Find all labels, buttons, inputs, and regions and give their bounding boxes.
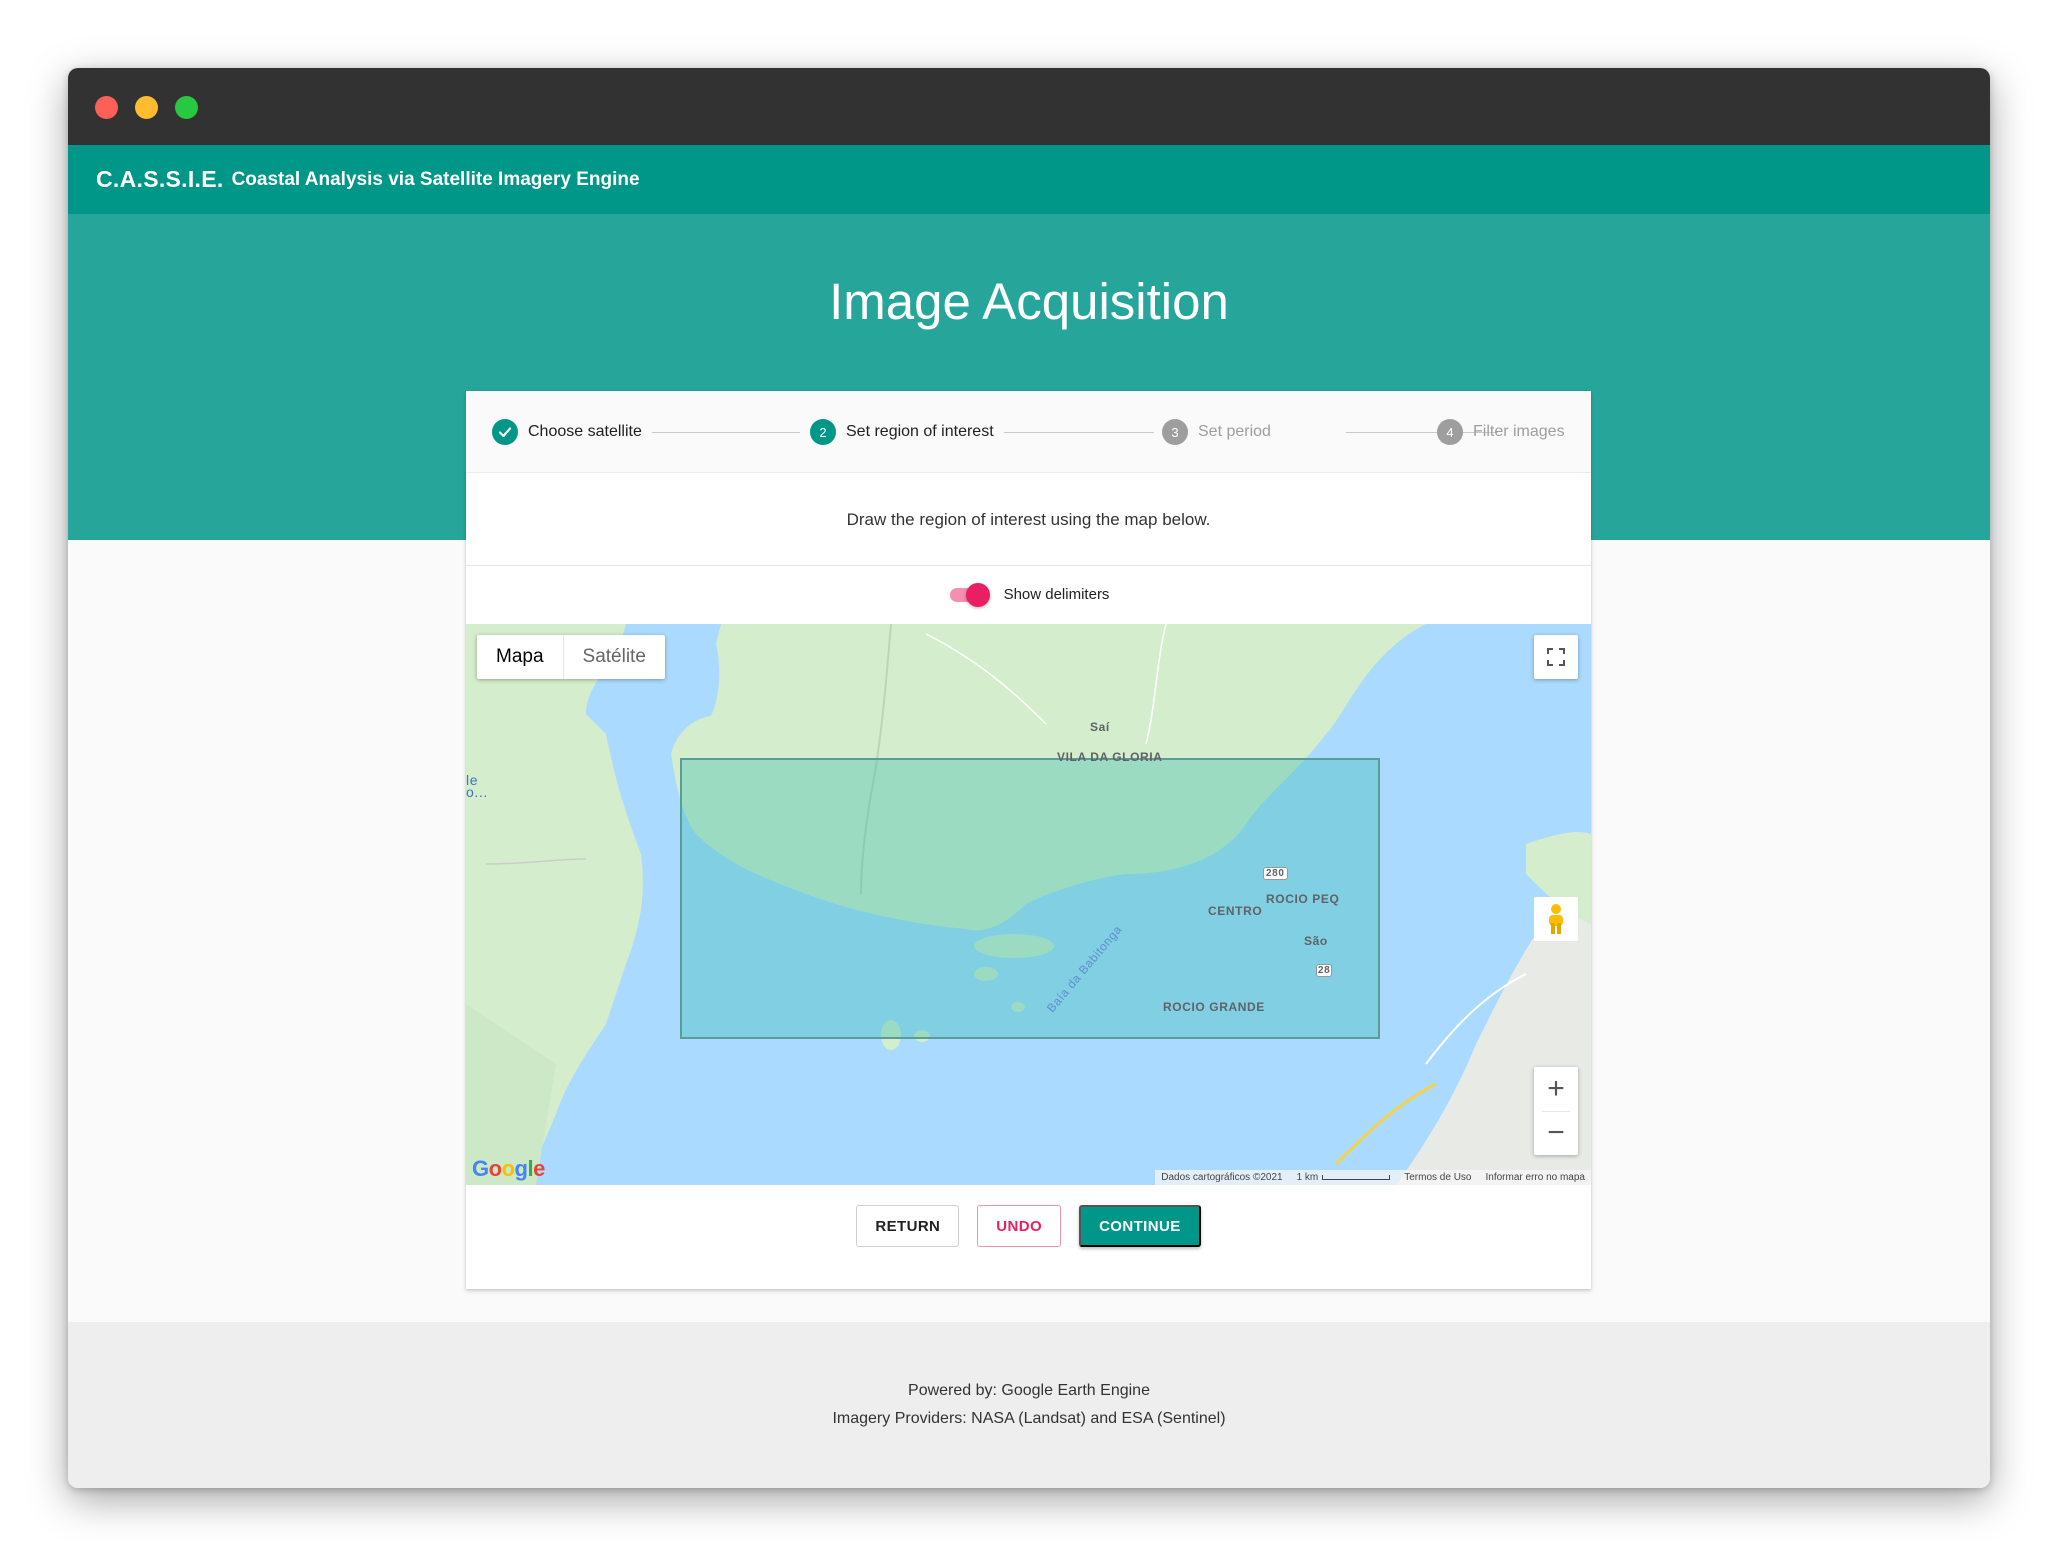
step-number: 2 — [810, 419, 836, 445]
toggle-label: Show delimiters — [1003, 585, 1110, 603]
fullscreen-button[interactable] — [1534, 635, 1578, 679]
app-toolbar: C.A.S.S.I.E. Coastal Analysis via Satell… — [68, 145, 1990, 214]
fullscreen-icon — [1547, 648, 1565, 666]
map-attribution: Dados cartográficos ©2021 1 km Termos de… — [1155, 1170, 1591, 1185]
acquisition-card: Choose satellite 2 Set region of interes… — [466, 391, 1591, 1289]
page-title: Image Acquisition — [829, 273, 1229, 330]
maximize-window-button[interactable] — [175, 96, 198, 119]
map-label-rocio-peq: ROCIO PEQ — [1266, 892, 1340, 906]
show-delimiters-toggle[interactable] — [948, 582, 990, 607]
map-scale-label: 1 km — [1296, 1172, 1319, 1183]
step-filter-images[interactable]: 4 Filter images — [1437, 419, 1565, 445]
step-choose-satellite[interactable]: Choose satellite — [492, 419, 642, 445]
browser-window: C.A.S.S.I.E. Coastal Analysis via Satell… — [68, 68, 1990, 1488]
map-label-centro: CENTRO — [1208, 904, 1263, 918]
check-icon — [492, 419, 518, 445]
zoom-separator — [1542, 1111, 1570, 1112]
step-connector — [1004, 432, 1154, 433]
map-label-left-o: o... — [466, 784, 488, 800]
terms-link[interactable]: Termos de Uso — [1404, 1172, 1471, 1183]
step-connector — [652, 432, 800, 433]
road-shield-28: 28 — [1316, 964, 1333, 977]
step-number: 4 — [1437, 419, 1463, 445]
step-label: Choose satellite — [528, 423, 642, 440]
page-footer: Powered by: Google Earth Engine Imagery … — [68, 1322, 1990, 1488]
toggle-thumb — [965, 583, 990, 607]
undo-button[interactable]: UNDO — [977, 1205, 1062, 1247]
minimize-window-button[interactable] — [135, 96, 158, 119]
street-view-pegman[interactable] — [1534, 897, 1578, 941]
map-label-rocio-grande: ROCIO GRANDE — [1163, 1000, 1265, 1014]
continue-button[interactable]: CONTINUE — [1079, 1205, 1201, 1247]
zoom-control: + − — [1534, 1067, 1578, 1155]
scale-bar — [1322, 1174, 1391, 1180]
window-titlebar — [68, 68, 1990, 145]
step-set-period[interactable]: 3 Set period — [1162, 419, 1271, 445]
zoom-in-button[interactable]: + — [1534, 1067, 1578, 1111]
close-window-button[interactable] — [95, 96, 118, 119]
step-label: Filter images — [1473, 423, 1565, 440]
step-label: Set region of interest — [846, 423, 994, 440]
stepper: Choose satellite 2 Set region of interes… — [466, 391, 1591, 473]
step-set-region[interactable]: 2 Set region of interest — [810, 419, 994, 445]
instruction-text: Draw the region of interest using the ma… — [466, 472, 1591, 566]
report-error-link[interactable]: Informar erro no mapa — [1486, 1172, 1586, 1183]
map-label-sao: São — [1304, 934, 1328, 948]
footer-powered-by: Powered by: Google Earth Engine — [908, 1382, 1150, 1399]
app-brand[interactable]: C.A.S.S.I.E. — [96, 166, 224, 193]
map-label-vila-da-gloria: VILA DA GLORIA — [1057, 750, 1163, 764]
action-buttons: RETURN UNDO CONTINUE — [466, 1185, 1591, 1289]
app-subtitle: Coastal Analysis via Satellite Imagery E… — [231, 168, 640, 190]
footer-providers: Imagery Providers: NASA (Landsat) and ES… — [832, 1410, 1226, 1427]
step-number: 3 — [1162, 419, 1188, 445]
map-data-credit: Dados cartográficos ©2021 — [1161, 1172, 1283, 1183]
map-type-mapa[interactable]: Mapa — [477, 635, 563, 679]
map-canvas[interactable]: Saí VILA DA GLORIA CENTRO ROCIO PEQ São … — [466, 624, 1591, 1185]
google-logo[interactable]: Google — [472, 1156, 545, 1182]
map-type-control: Mapa Satélite — [477, 635, 665, 679]
return-button[interactable]: RETURN — [856, 1205, 960, 1247]
pegman-icon — [1549, 904, 1563, 934]
map-type-satelite[interactable]: Satélite — [562, 635, 665, 679]
delimiters-toggle-row: Show delimiters — [466, 565, 1591, 623]
zoom-out-button[interactable]: − — [1534, 1111, 1578, 1155]
step-label: Set period — [1198, 423, 1271, 440]
map-scale[interactable]: 1 km — [1297, 1172, 1391, 1183]
map-label-sai: Saí — [1090, 720, 1110, 734]
road-shield-280: 280 — [1263, 867, 1288, 880]
